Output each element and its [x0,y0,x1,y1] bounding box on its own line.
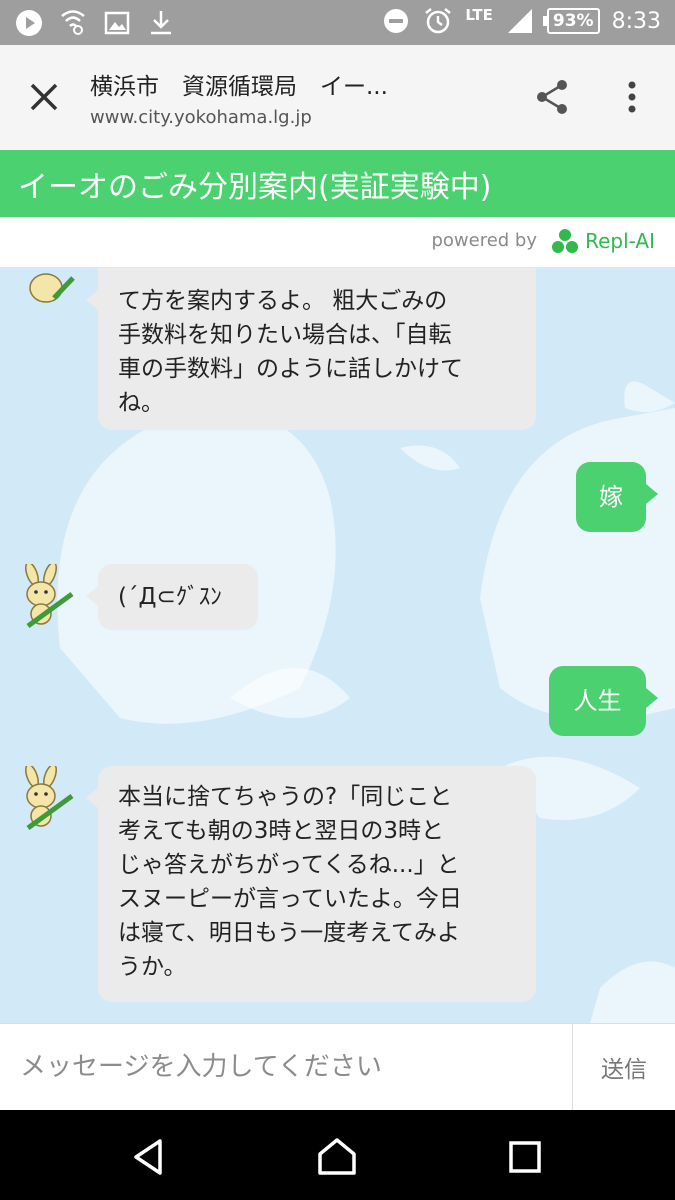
status-bar: LTE 93% 8:33 [0,0,675,45]
bot-avatar [25,766,74,831]
recents-icon[interactable] [503,1135,547,1179]
repl-ai-logo[interactable]: Repl-AI [551,227,655,255]
network-type: LTE [465,6,493,24]
battery-indicator: 93% [542,8,600,34]
message-text: 人生 [573,687,622,715]
bot-avatar [29,273,75,303]
repl-ai-icon [552,229,579,253]
bot-message: 本当に捨てちゃうの?「同じこと 考えても朝の3時と翌日の3時と じゃ答えがちがっ… [86,766,536,1002]
image-icon [104,11,130,35]
home-icon[interactable] [315,1135,359,1179]
bot-message: て方を案内するよ。 粗大ごみの 手数料を知りたい場合は、「自転 車の手数料」のよ… [86,268,536,430]
repl-ai-label: Repl-AI [585,229,655,253]
page-url: www.city.yokohama.lg.jp [90,107,312,128]
powered-by-label: powered by [431,230,537,251]
clock: 8:33 [611,8,661,34]
navigation-bar [0,1110,675,1200]
message-text: て方を案内するよ。 粗大ごみの 手数料を知りたい場合は、「自転 車の手数料」のよ… [118,288,463,416]
app-header: イーオのごみ分別案内(実証実験中) [0,150,675,217]
app-title: イーオのごみ分別案内(実証実験中) [18,170,492,205]
page-title: 横浜市 資源循環局 イー... [90,74,388,100]
powered-by-bar: powered by Repl-AI [0,217,675,268]
message-text: 嫁 [599,483,623,511]
download-icon [151,11,171,35]
do-not-disturb-icon [384,9,409,33]
browser-toolbar: 横浜市 資源循環局 イー... www.city.yokohama.lg.jp [0,45,675,151]
bot-message: (´Д⊂ｸﾞｽﾝ [86,564,258,630]
message-input[interactable] [0,1024,572,1110]
back-icon[interactable] [128,1135,172,1179]
share-icon[interactable] [530,75,574,119]
message-text: (´Д⊂ｸﾞｽﾝ [118,584,222,610]
wifi-settings-icon [61,10,85,35]
alarm-icon [425,8,452,34]
bot-avatar [25,564,74,629]
user-message: 嫁 [576,462,658,532]
user-message: 人生 [549,666,658,736]
more-vert-icon[interactable] [612,75,652,119]
message-text: 本当に捨てちゃうの?「同じこと 考えても朝の3時と翌日の3時と じゃ答えがちがっ… [118,784,462,980]
close-icon[interactable] [22,75,66,119]
send-button[interactable]: 送信 [572,1024,675,1110]
message-input-bar: 送信 [0,1023,675,1111]
play-icon [16,10,42,36]
signal-icon [507,9,532,33]
chat-area[interactable]: て方を案内するよ。 粗大ごみの 手数料を知りたい場合は、「自転 車の手数料」のよ… [0,268,675,1023]
